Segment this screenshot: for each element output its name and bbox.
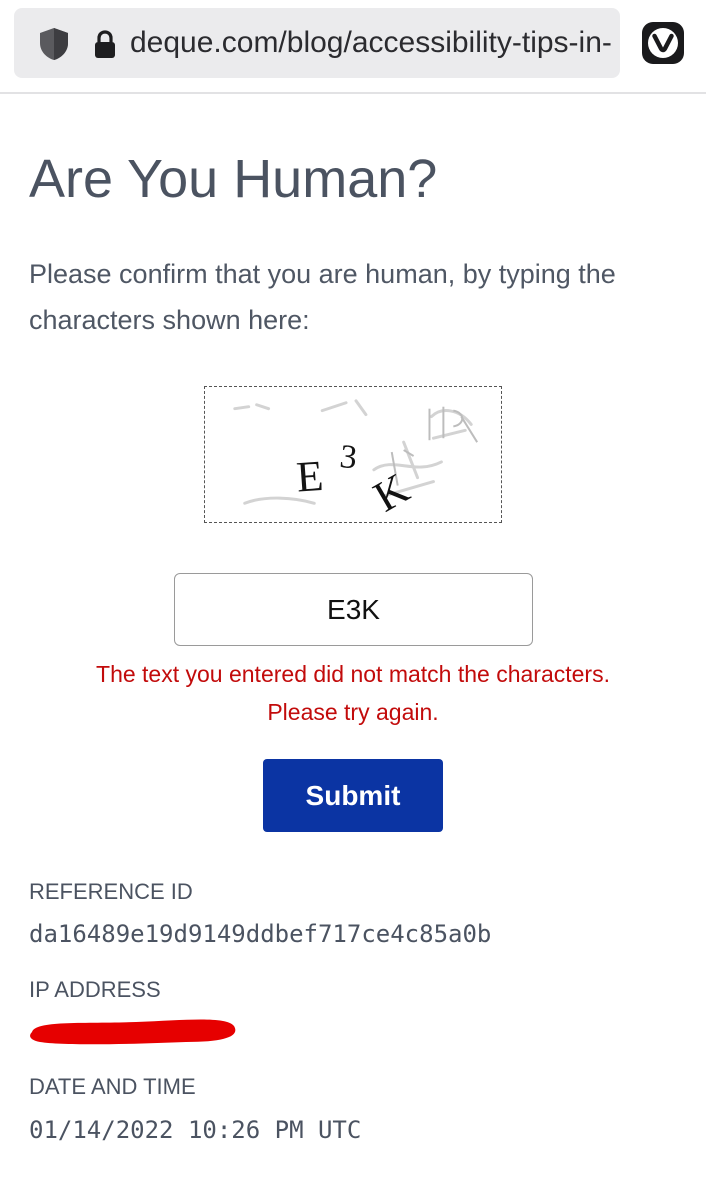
error-message-line-2: Please try again.: [267, 699, 439, 725]
shield-icon[interactable]: [36, 26, 72, 62]
vivaldi-icon[interactable]: [640, 20, 686, 66]
svg-text:3: 3: [338, 438, 359, 476]
page-title: Are You Human?: [29, 149, 438, 209]
reference-id-value: da16489e19d9149ddbef717ce4c85a0b: [29, 920, 492, 948]
error-message-line-1: The text you entered did not match the c…: [96, 661, 610, 687]
date-time-label: DATE AND TIME: [29, 1074, 196, 1099]
url-field[interactable]: deque.com/blog/accessibility-tips-in-: [14, 8, 620, 78]
captcha-text-input[interactable]: [174, 573, 533, 646]
ip-address-redaction: [30, 1019, 236, 1045]
submit-button[interactable]: Submit: [263, 759, 443, 832]
captcha-image: E 3 K: [204, 386, 502, 523]
svg-text:E: E: [295, 452, 325, 502]
reference-id-label: REFERENCE ID: [29, 879, 193, 904]
svg-text:K: K: [366, 464, 417, 521]
ip-address-label: IP ADDRESS: [29, 977, 161, 1002]
browser-address-bar: deque.com/blog/accessibility-tips-in-: [0, 0, 706, 94]
lock-icon: [92, 29, 118, 61]
intro-text: Please confirm that you are human, by ty…: [29, 259, 616, 335]
date-time-value: 01/14/2022 10:26 PM UTC: [29, 1116, 362, 1144]
url-text[interactable]: deque.com/blog/accessibility-tips-in-: [130, 23, 616, 63]
